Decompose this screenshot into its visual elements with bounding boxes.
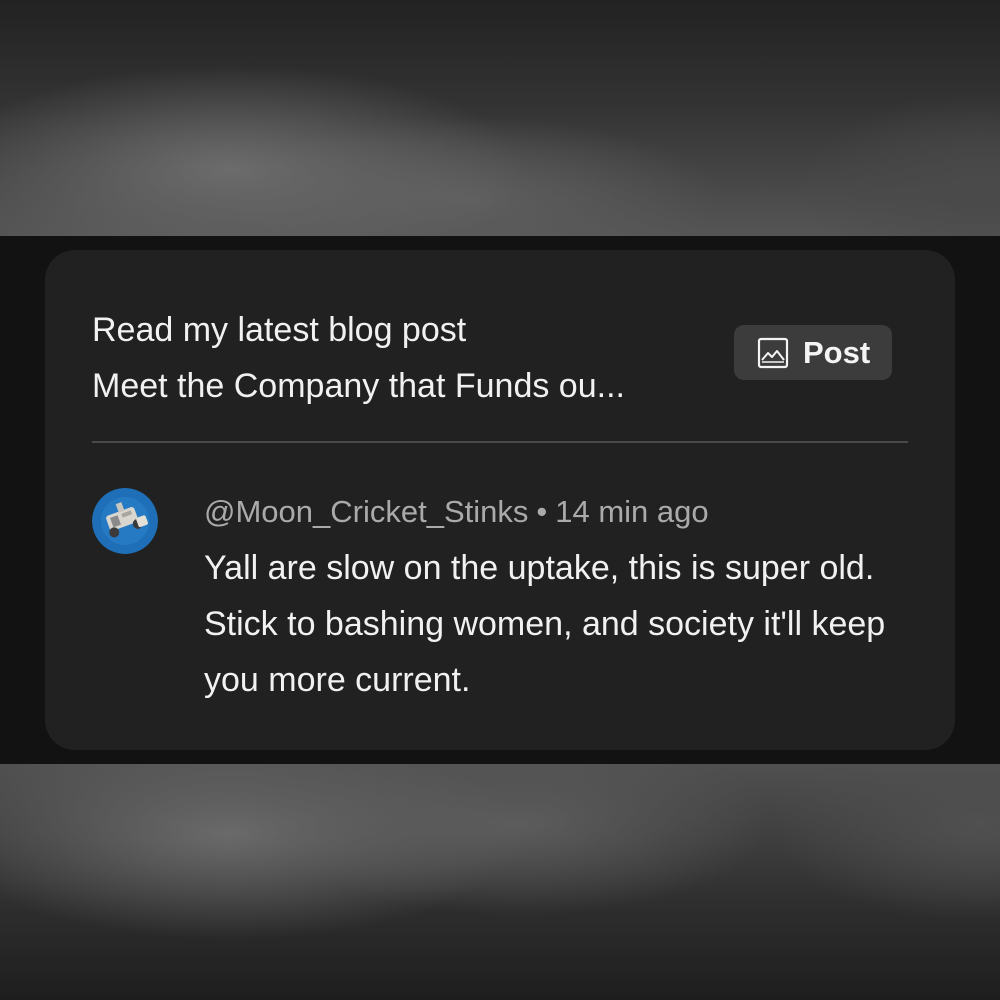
blurred-background-top — [0, 0, 1000, 236]
screenshot-frame: Read my latest blog post Meet the Compan… — [0, 0, 1000, 1000]
blog-promo-link[interactable]: Meet the Company that Funds ou... — [92, 358, 712, 414]
blog-promo-title: Read my latest blog post — [92, 311, 467, 349]
blurred-background-bottom — [0, 764, 1000, 1000]
comment-card: Read my latest blog post Meet the Compan… — [45, 250, 955, 750]
blog-promo[interactable]: Read my latest blog post Meet the Compan… — [92, 302, 712, 414]
comment-meta: @Moon_Cricket_Stinks • 14 min ago — [204, 490, 709, 534]
post-button-label: Post — [803, 334, 871, 370]
avatar[interactable] — [92, 488, 158, 554]
divider — [92, 441, 908, 443]
image-icon — [757, 337, 789, 369]
comment-author[interactable]: @Moon_Cricket_Stinks — [204, 494, 528, 529]
post-button[interactable]: Post — [734, 325, 892, 380]
comment-time: 14 min ago — [555, 494, 709, 529]
meta-separator: • — [536, 494, 548, 529]
comment-text: Yall are slow on the uptake, this is sup… — [204, 549, 886, 699]
